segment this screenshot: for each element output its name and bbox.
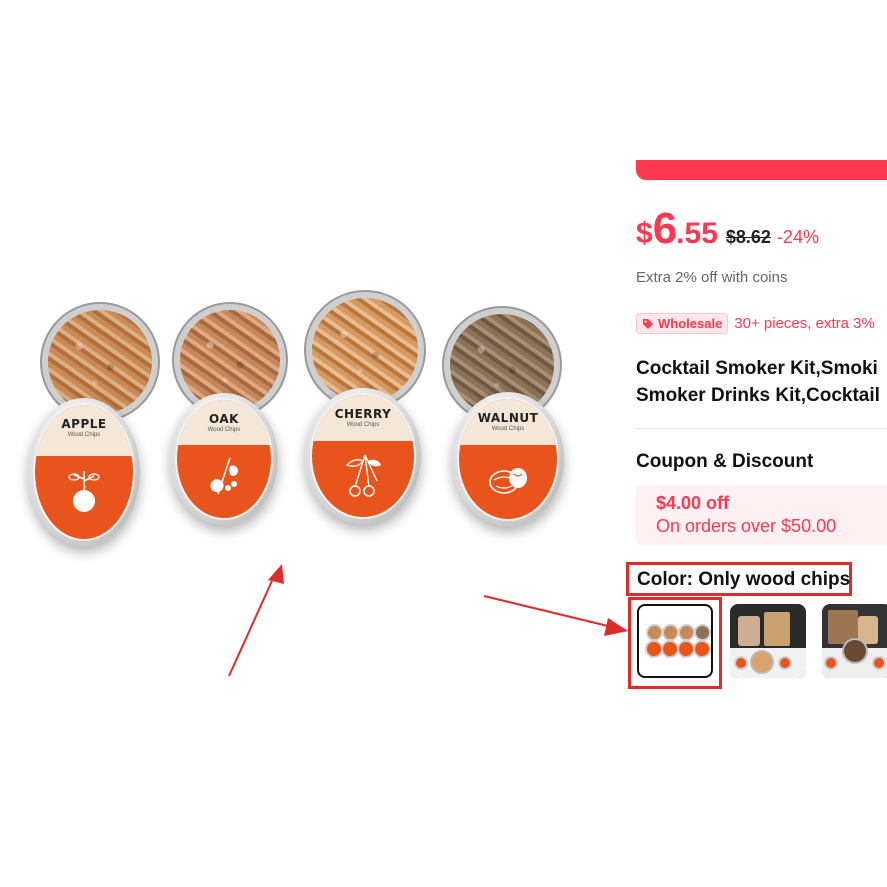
price-integer: 6: [652, 204, 678, 253]
arrow-right-icon: [483, 595, 628, 636]
promo-banner: [636, 160, 887, 180]
coupon-amount: $4.00 off: [656, 493, 730, 513]
wholesale-badge: Wholesale: [636, 313, 729, 334]
product-info-panel: $6.55 $8.62 -24% Extra 2% off with coins W…: [626, 0, 887, 887]
product-title-line-2: Smoker Drinks Kit,Cocktail: [636, 385, 880, 406]
coupon-condition: On orders over $50.00: [656, 516, 837, 536]
original-price: $8.62: [725, 227, 771, 247]
wholesale-badge-label: Wholesale: [658, 316, 723, 331]
price-decimal: .55: [676, 217, 718, 250]
coupon-heading: Coupon & Discount: [636, 451, 814, 472]
divider: [636, 428, 887, 429]
color-option-kit-2[interactable]: [730, 604, 806, 678]
price-row: $6.55 $8.62 -24%: [636, 204, 819, 254]
coins-discount-text: Extra 2% off with coins: [636, 269, 788, 286]
product-title-line-1: Cocktail Smoker Kit,Smoki: [636, 358, 878, 379]
color-label: Color: Only wood chips: [637, 569, 851, 590]
product-title: Cocktail Smoker Kit,Smoki Smoker Drinks …: [636, 355, 880, 409]
coupon-card[interactable]: $4.00 off On orders over $50.00: [636, 485, 887, 545]
tag-icon: [643, 318, 653, 329]
discount-percent: -24%: [776, 227, 819, 247]
wholesale-row[interactable]: Wholesale 30+ pieces, extra 3%: [636, 313, 875, 334]
color-label-highlight: Color: Only wood chips: [626, 562, 852, 596]
color-option-only-wood-chips[interactable]: [637, 604, 713, 678]
color-option-kit-3[interactable]: [822, 604, 887, 678]
price-currency: $: [636, 217, 653, 250]
arrow-up-icon: [228, 564, 284, 677]
wholesale-text: 30+ pieces, extra 3%: [734, 315, 875, 332]
